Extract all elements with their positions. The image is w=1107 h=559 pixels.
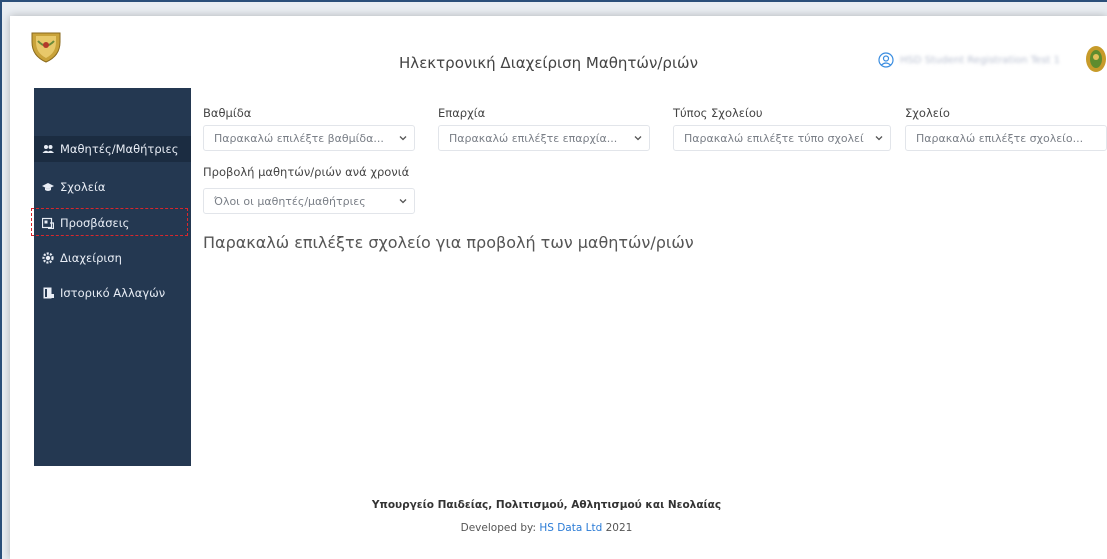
level-select[interactable]: Παρακαλώ επιλέξτε βαθμίδα... <box>203 125 415 151</box>
footer-organization: Υπουργείο Παιδείας, Πολιτισμού, Αθλητισμ… <box>371 499 722 511</box>
sidebar-item-label: Μαθητές/Μαθήτριες <box>60 142 179 156</box>
sidebar-item-label: Σχολεία <box>60 180 106 194</box>
sidebar-item-schools[interactable]: Σχολεία <box>34 174 191 200</box>
sidebar-item-label: Ιστορικό Αλλαγών <box>60 286 166 300</box>
district-label: Επαρχία <box>438 106 486 120</box>
graduation-cap-icon <box>42 183 54 191</box>
district-select-placeholder: Παρακαλώ επιλέξτε επαρχία... <box>449 131 618 145</box>
year-view-select[interactable]: Όλοι οι μαθητές/μαθήτριες <box>203 188 415 214</box>
school-type-select-placeholder: Παρακαλώ επιλέξτε τύπο σχολεί <box>684 131 864 145</box>
user-menu[interactable]: HSD Student Registration Test 1 <box>878 52 1065 68</box>
access-card-icon <box>42 217 54 229</box>
sidebar: Μαθητές/Μαθήτριες Σχολεία Προσβάσεις Δια… <box>31 88 191 466</box>
users-icon <box>42 145 54 153</box>
school-type-select[interactable]: Παρακαλώ επιλέξτε τύπο σχολεί <box>673 125 891 151</box>
sidebar-item-students[interactable]: Μαθητές/Μαθήτριες <box>34 136 191 162</box>
year-view-select-value: Όλοι οι μαθητές/μαθήτριες <box>214 194 366 208</box>
school-label: Σχολείο <box>905 106 950 120</box>
sidebar-item-admin[interactable]: Διαχείριση <box>34 245 191 271</box>
school-type-label: Τύπος Σχολείου <box>673 106 763 120</box>
sidebar-item-label: Προσβάσεις <box>60 216 130 230</box>
footer-developer: Developed by: HS Data Ltd 2021 <box>0 522 1095 534</box>
sidebar-item-access[interactable]: Προσβάσεις <box>31 208 191 236</box>
select-school-prompt: Παρακαλώ επιλέξτε σχολείο για προβολή τω… <box>203 233 694 252</box>
footer-developed-by: Developed by: <box>460 522 536 534</box>
coat-of-arms-icon <box>1086 46 1106 72</box>
history-book-icon <box>43 287 54 299</box>
sidebar-item-history[interactable]: Ιστορικό Αλλαγών <box>34 280 191 306</box>
chevron-down-icon <box>634 136 642 141</box>
school-select-placeholder: Παρακαλώ επιλέξτε σχολείο... <box>916 131 1084 145</box>
page: Ηλεκτρονική Διαχείριση Μαθητών/ριών HSD … <box>10 16 1107 559</box>
developer-link[interactable]: HS Data Ltd <box>539 522 602 534</box>
footer-year: 2021 <box>605 522 633 534</box>
chevron-down-icon <box>399 199 407 204</box>
user-circle-icon <box>878 52 894 68</box>
chevron-down-icon <box>875 136 883 141</box>
level-select-placeholder: Παρακαλώ επιλέξτε βαθμίδα... <box>214 131 384 145</box>
user-name: HSD Student Registration Test 1 <box>900 54 1061 66</box>
school-select[interactable]: Παρακαλώ επιλέξτε σχολείο... <box>905 125 1107 151</box>
chevron-down-icon <box>399 136 407 141</box>
level-label: Βαθμίδα <box>203 106 252 120</box>
district-select[interactable]: Παρακαλώ επιλέξτε επαρχία... <box>438 125 650 151</box>
sidebar-item-label: Διαχείριση <box>60 251 122 265</box>
year-view-label: Προβολή μαθητών/ριών ανά χρονιά <box>203 165 410 179</box>
gear-icon <box>42 252 54 264</box>
